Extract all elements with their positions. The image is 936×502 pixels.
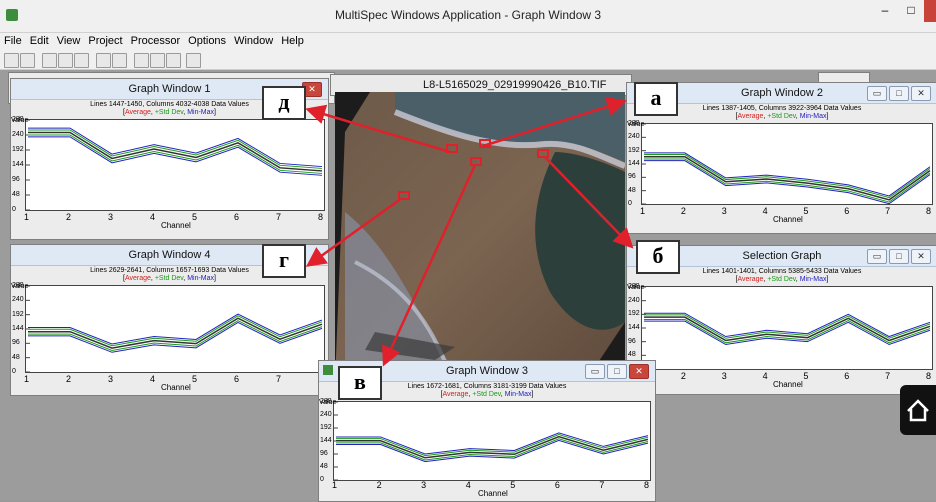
arrow-v: [382, 164, 477, 367]
label-g: г: [262, 244, 306, 278]
arrow-d: [305, 104, 451, 154]
label-v: в: [338, 366, 382, 400]
arrow-a: [482, 96, 627, 148]
arrow-g: [305, 196, 403, 267]
annotation-arrows: [305, 96, 634, 367]
label-a: а: [634, 82, 678, 116]
arrow-b: [544, 156, 634, 249]
label-d: д: [262, 86, 306, 120]
label-b: б: [636, 240, 680, 274]
